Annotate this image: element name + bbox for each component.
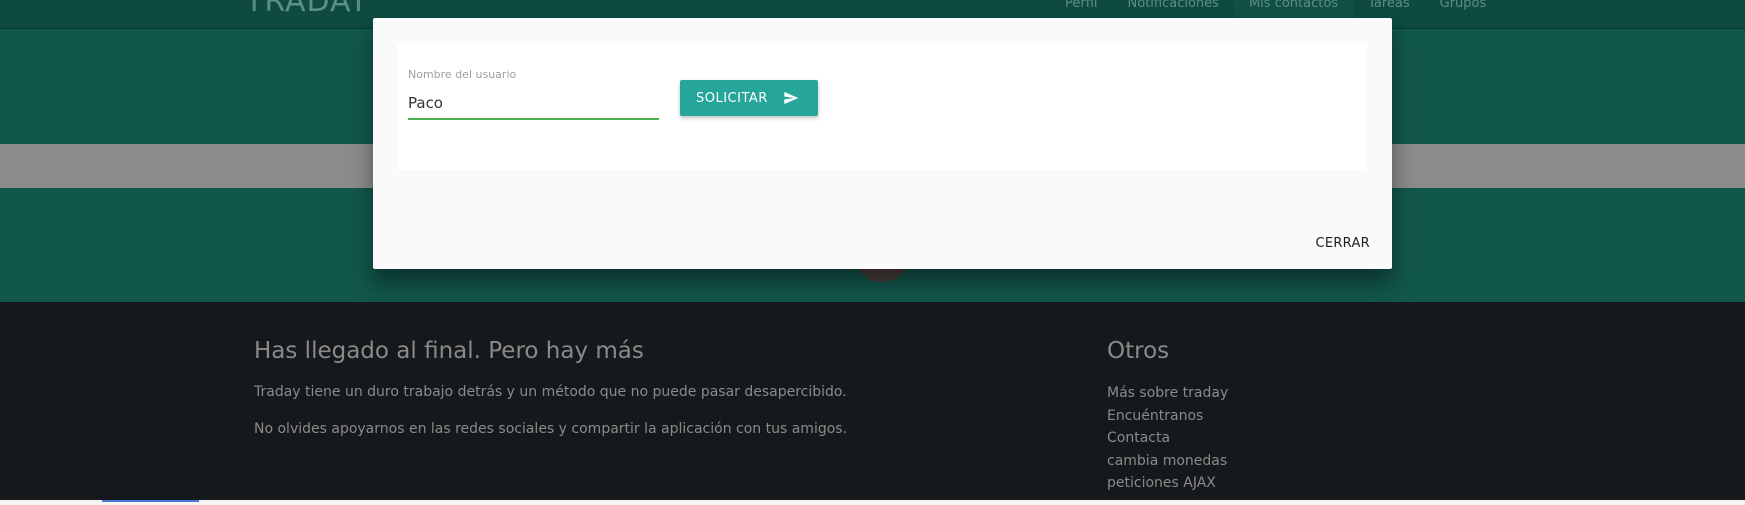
footer-link-cambia-monedas[interactable]: cambia monedas (1107, 450, 1228, 473)
footer-link-encuentranos[interactable]: Encuéntranos (1107, 405, 1228, 428)
request-contact-modal: Nombre del usuario SOLICITAR CERRAR (373, 18, 1392, 269)
send-icon (782, 90, 800, 106)
username-field-label: Nombre del usuario (408, 68, 517, 81)
footer-link-mas-sobre[interactable]: Más sobre traday (1107, 382, 1228, 405)
modal-form-card: Nombre del usuario SOLICITAR (397, 43, 1367, 170)
page-footer: Has llegado al final. Pero hay más Trada… (0, 302, 1745, 500)
footer-others-title: Otros (1107, 338, 1170, 364)
brand-logo[interactable]: TRADAY (245, 0, 369, 19)
footer-link-contacta[interactable]: Contacta (1107, 427, 1228, 450)
nav-link-grupos[interactable]: Grupos (1425, 0, 1502, 28)
cerrar-button[interactable]: CERRAR (1315, 236, 1370, 251)
footer-text: No olvides apoyarnos en las redes social… (254, 421, 848, 437)
bottom-strip (0, 500, 1745, 505)
solicitar-button[interactable]: SOLICITAR (680, 80, 818, 116)
footer-title: Has llegado al final. Pero hay más (254, 338, 644, 364)
footer-link-peticiones-ajax[interactable]: peticiones AJAX (1107, 472, 1228, 495)
solicitar-button-label: SOLICITAR (696, 90, 768, 106)
footer-text: Traday tiene un duro trabajo detrás y un… (254, 384, 847, 400)
username-input[interactable] (408, 88, 659, 120)
loading-indicator (102, 500, 199, 502)
footer-links: Más sobre traday Encuéntranos Contacta c… (1107, 382, 1228, 495)
